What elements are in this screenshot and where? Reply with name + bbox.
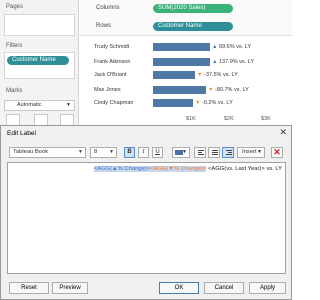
align-center-button[interactable]	[208, 147, 220, 158]
sales-bar[interactable]	[153, 99, 193, 107]
bar-label: ▲ 137.9% vs. LY	[212, 59, 254, 65]
chevron-down-icon: ▼	[109, 149, 114, 155]
font-size-select[interactable]: 8 ▼	[90, 147, 117, 158]
ok-button[interactable]: OK	[159, 282, 199, 294]
triangle-up-icon: ▲	[212, 59, 219, 65]
triangle-down-icon: ▼	[197, 72, 204, 78]
font-color-picker[interactable]: ▼	[172, 147, 190, 158]
axis-tick-label: $3K	[261, 116, 271, 122]
columns-pill[interactable]: SUM(2020 Sales)	[153, 4, 233, 13]
underline-button[interactable]: U	[152, 147, 163, 158]
sales-bar[interactable]	[153, 71, 195, 79]
customer-name-label: Jack O'Briant	[94, 72, 127, 78]
bar-label-text: -37.5% vs. LY	[203, 72, 238, 78]
customer-name-label: Trudy Schmidt	[94, 44, 130, 50]
sales-bar[interactable]	[153, 43, 210, 51]
field-pct-change-up: <AGG(▲% Change)>	[93, 166, 151, 172]
label-text-editor[interactable]: <AGG(▲% Change)><AGG(▼% Change)> <AGG(vs…	[7, 162, 286, 274]
cancel-button[interactable]: Cancel	[204, 282, 244, 294]
font-family-value: Tableau Book	[13, 149, 49, 155]
clear-formatting-button[interactable]: ✕	[271, 147, 283, 158]
rows-pill[interactable]: Customer Name	[153, 22, 233, 31]
field-pct-change-down: <AGG(▼% Change)>	[150, 166, 207, 172]
bold-button[interactable]: B	[124, 147, 135, 158]
bar-label: ▼ -0.2% vs. LY	[195, 100, 233, 106]
rows-shelf-label: Rows	[96, 23, 112, 29]
bar-label: ▲ 69.6% vs. LY	[212, 44, 251, 50]
chevron-down-icon: ▼	[78, 149, 83, 155]
bar-label: ▼ -37.5% vs. LY	[197, 72, 238, 78]
font-size-value: 8	[94, 149, 98, 155]
insert-button[interactable]: Insert ▼	[237, 147, 265, 158]
columns-shelf-label: Columns	[96, 5, 120, 11]
align-left-button[interactable]	[194, 147, 206, 158]
chevron-down-icon: ▼	[257, 149, 262, 155]
filter-pill-customer-name[interactable]: Customer Name	[7, 56, 69, 65]
dialog-title: Edit Label	[7, 130, 36, 137]
triangle-down-icon: ▼	[208, 87, 215, 93]
marks-title: Marks	[6, 88, 23, 94]
axis-tick-label: $1K	[186, 116, 196, 122]
reset-button[interactable]: Reset	[9, 282, 49, 294]
label-text-line: <AGG(▲% Change)><AGG(▼% Change)> <AGG(vs…	[93, 166, 282, 172]
triangle-up-icon: ▲	[212, 44, 219, 50]
filters-shelf[interactable]: Customer Name	[4, 52, 75, 79]
field-vs-last-year: <AGG(vs. Last Year)> vs. LY	[206, 166, 282, 172]
shelf-area: Columns SUM(2020 Sales) Rows Customer Na…	[80, 0, 292, 36]
sales-bar[interactable]	[153, 58, 210, 66]
close-icon[interactable]: ✕	[279, 127, 287, 138]
axis-tick-label: $2K	[224, 116, 234, 122]
bar-label: ▼ -80.7% vs. LY	[208, 87, 249, 93]
customer-name-label: Max Jones	[94, 87, 121, 93]
bar-label-text: -80.7% vs. LY	[214, 87, 249, 93]
bar-label-text: -0.2% vs. LY	[201, 100, 233, 106]
filters-title: Filters	[6, 43, 23, 49]
triangle-down-icon: ▼	[195, 100, 202, 106]
pages-title: Pages	[6, 4, 24, 10]
insert-label: Insert	[242, 149, 257, 155]
bar-label-text: 137.9% vs. LY	[218, 59, 255, 65]
mark-type-value: Automatic	[17, 102, 42, 108]
italic-button[interactable]: I	[138, 147, 149, 158]
mark-type-select[interactable]: Automatic ▼	[4, 100, 75, 111]
edit-label-dialog: Edit Label ✕ Tableau Book ▼ 8 ▼ B I U ▼ …	[0, 125, 292, 300]
chevron-down-icon: ▼	[66, 102, 71, 108]
bar-label-text: 69.6% vs. LY	[218, 44, 251, 50]
customer-name-label: Cindy Chapman	[94, 100, 134, 106]
font-family-select[interactable]: Tableau Book ▼	[9, 147, 86, 158]
apply-button[interactable]: Apply	[249, 282, 286, 294]
align-right-button[interactable]	[222, 147, 234, 158]
preview-button[interactable]: Preview	[52, 282, 88, 294]
sales-bar[interactable]	[153, 86, 206, 94]
pages-shelf[interactable]	[4, 14, 75, 36]
chevron-down-icon: ▼	[182, 149, 187, 155]
customer-name-label: Frank Atkinson	[94, 59, 131, 65]
